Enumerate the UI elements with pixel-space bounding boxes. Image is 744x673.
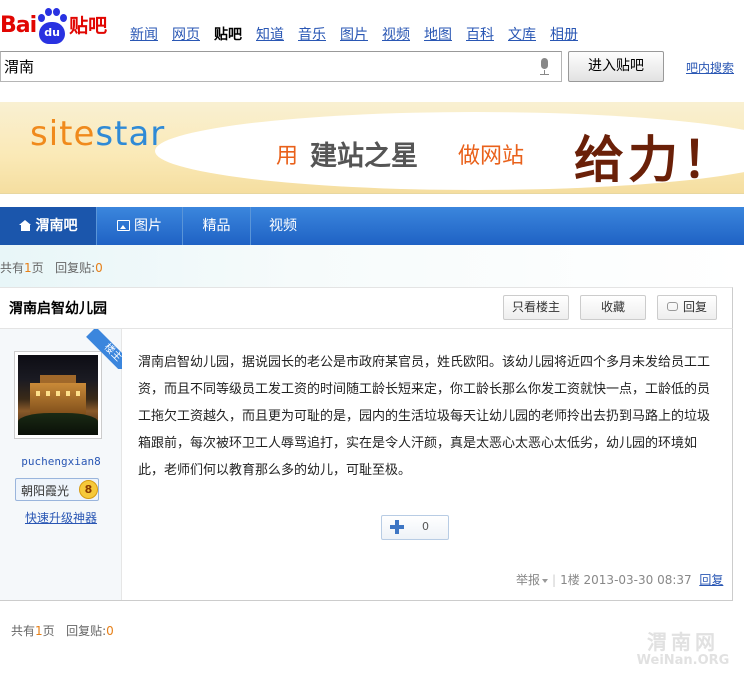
favorite-button[interactable]: 收藏 [580, 295, 646, 320]
nav-web[interactable]: 网页 [172, 24, 200, 44]
author-panel: puchengxian8 朝阳霞光 8 快速升级神器 [0, 329, 122, 600]
author-username[interactable]: puchengxian8 [0, 455, 122, 468]
only-op-button[interactable]: 只看楼主 [503, 295, 569, 320]
op-badge-label: 楼主 [86, 329, 122, 369]
in-bar-search-link[interactable]: 吧内搜索 [686, 59, 734, 76]
reply-count: 0 [95, 261, 103, 275]
upgrade-link[interactable]: 快速升级神器 [0, 509, 122, 526]
top-bar: Bai du 贴吧 新闻 网页 贴吧 知道 音乐 图片 视频 地图 百科 文库 … [0, 0, 744, 50]
nav-news[interactable]: 新闻 [130, 24, 158, 44]
reply-icon [666, 302, 678, 311]
watermark: 渭南网 WeiNan.ORG [628, 626, 738, 668]
level-badge[interactable]: 朝阳霞光 8 [15, 478, 99, 501]
post-content: 渭南启智幼儿园，据说园长的老公是市政府某官员，姓氏欧阳。该幼儿园将近四个多月未发… [138, 355, 711, 478]
ad-banner[interactable]: sitestar 用 建站之星 做网站 给力！ [0, 102, 744, 194]
tab-pictures[interactable]: 图片 [97, 207, 183, 245]
tab-video[interactable]: 视频 [251, 207, 315, 245]
product-nav: 新闻 网页 贴吧 知道 音乐 图片 视频 地图 百科 文库 相册 [130, 24, 592, 44]
banner-brand-star: star [95, 114, 166, 154]
post-reply-link[interactable]: 回复 [699, 573, 723, 587]
logo-bai-text: Bai [0, 13, 37, 38]
level-name: 朝阳霞光 [21, 484, 70, 498]
banner-brand: sitestar [30, 114, 165, 154]
post: puchengxian8 朝阳霞光 8 快速升级神器 楼主 渭南启智幼儿园，据说… [0, 329, 733, 601]
reply-button[interactable]: 回复 [657, 295, 717, 320]
banner-product: 建站之星 [310, 141, 418, 172]
tab-label: 渭南吧 [35, 218, 78, 234]
tab-label: 精品 [202, 218, 231, 234]
like-count: 0 [422, 520, 429, 533]
logo-du-text: du [39, 22, 66, 44]
report-link[interactable]: 举报 [516, 573, 549, 587]
post-footer: 举报 | 1楼 2013-03-30 08:37 回复 [516, 573, 724, 587]
watermark-en: WeiNan.ORG [636, 653, 730, 668]
page-info-bottom: 共有1页 回复贴:0 [11, 624, 114, 638]
search-input[interactable] [1, 52, 521, 81]
nav-tieba[interactable]: 贴吧 [214, 24, 242, 44]
picture-icon [117, 219, 130, 231]
floor-number: 1楼 [560, 573, 580, 587]
tab-weinan-bar[interactable]: 渭南吧 [0, 207, 97, 245]
paw-icon: du [36, 6, 68, 46]
page-count: 1 [24, 261, 32, 275]
logo-tieba-text: 贴吧 [69, 15, 108, 37]
nav-album[interactable]: 相册 [550, 24, 578, 44]
banner-slogan: 给力！ [574, 130, 736, 189]
thread-header: 渭南启智幼儿园 只看楼主 收藏 回复 [0, 287, 733, 329]
banner-brand-site: site [30, 114, 96, 154]
page-info-top: 共有1页 回复贴:0 [0, 261, 103, 275]
enter-tieba-button[interactable]: 进入贴吧 [568, 51, 664, 82]
plus-icon [390, 520, 404, 534]
tab-featured[interactable]: 精品 [183, 207, 251, 245]
nav-music[interactable]: 音乐 [298, 24, 326, 44]
tab-label: 视频 [269, 218, 297, 234]
thread-title: 渭南启智幼儿园 [9, 301, 107, 317]
dropdown-icon [542, 578, 549, 583]
watermark-cn: 渭南网 [647, 630, 719, 654]
bar-tab-nav: 渭南吧 图片 精品 视频 [0, 207, 744, 245]
nav-map[interactable]: 地图 [424, 24, 452, 44]
header-background [0, 245, 744, 287]
banner-use: 用 [276, 144, 299, 169]
nav-zhidao[interactable]: 知道 [256, 24, 284, 44]
nav-wenku[interactable]: 文库 [508, 24, 536, 44]
like-button[interactable]: 0 [381, 515, 449, 540]
search-box [0, 51, 562, 82]
tab-label: 图片 [134, 218, 162, 234]
op-badge: 楼主 [82, 329, 122, 369]
baidu-logo[interactable]: Bai du 贴吧 [0, 6, 107, 46]
post-time: 2013-03-30 08:37 [583, 573, 692, 587]
nav-images[interactable]: 图片 [340, 24, 368, 44]
banner-action: 做网站 [458, 144, 525, 169]
home-icon [18, 219, 32, 231]
microphone-icon[interactable] [539, 58, 549, 76]
nav-baike[interactable]: 百科 [466, 24, 494, 44]
nav-video[interactable]: 视频 [382, 24, 410, 44]
level-number: 8 [79, 480, 98, 499]
